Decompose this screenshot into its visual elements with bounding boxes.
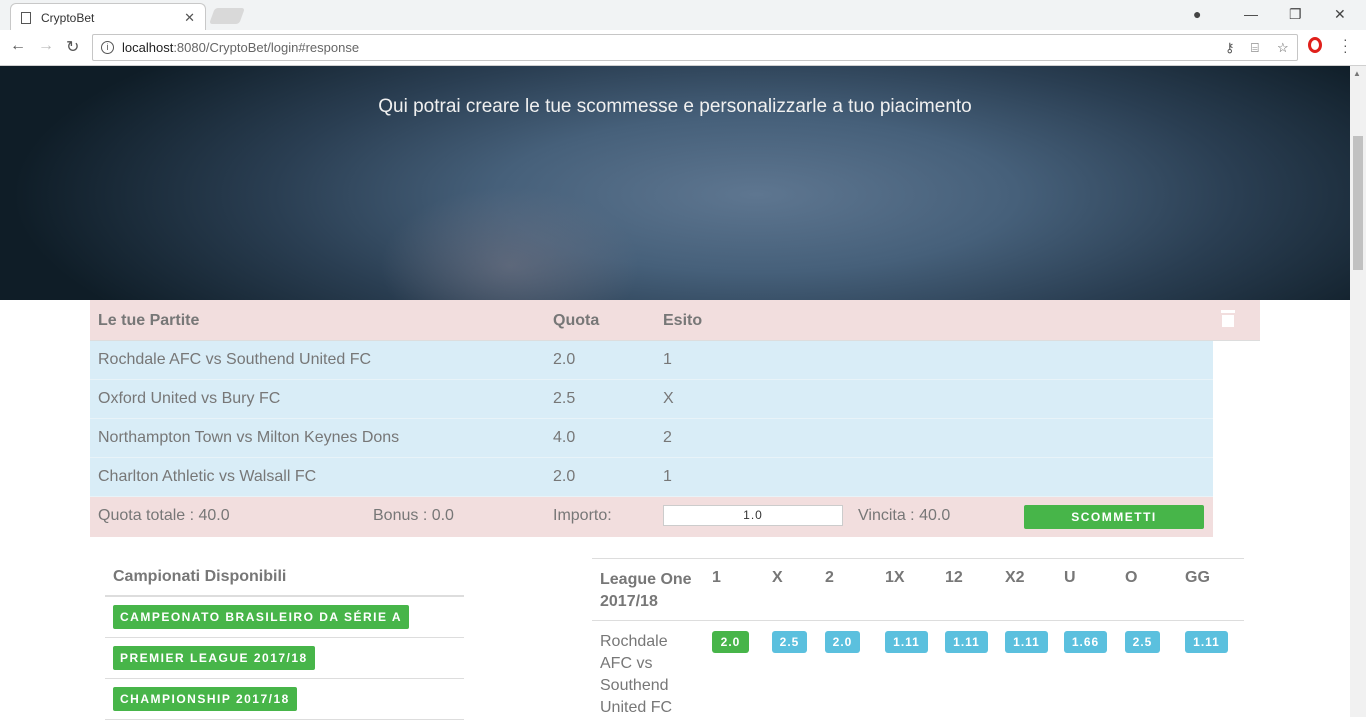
odds-table: League One 2017/18 1 X 2 1X 12 X2 U O GG… — [592, 558, 1244, 721]
address-bar-row: ← → ↻ i localhost :8080/CryptoBet/login#… — [0, 30, 1366, 66]
site-info-icon[interactable]: i — [101, 41, 114, 54]
scroll-up-icon[interactable]: ▲ — [1353, 69, 1361, 78]
translate-icon[interactable]: ⌸ — [1251, 40, 1259, 56]
league-button-championship[interactable]: CHAMPIONSHIP 2017/18 — [113, 687, 297, 711]
odds-table-header: League One 2017/18 1 X 2 1X 12 X2 U O GG — [592, 559, 1244, 621]
league-button-brasileiro[interactable]: CAMPEONATO BRASILEIRO DA SÉRIE A — [113, 605, 410, 629]
bet-row: Rochdale AFC vs Southend United FC 2.0 1 — [90, 341, 1213, 380]
hero-subtitle: Qui potrai creare le tue scommesse e per… — [378, 96, 972, 117]
leagues-panel: Campionati Disponibili CAMPEONATO BRASIL… — [105, 558, 464, 720]
odd-badge-o[interactable]: 2.5 — [1125, 631, 1160, 653]
restore-icon[interactable]: ❐ — [1289, 6, 1302, 23]
url-path: :8080/CryptoBet/login#response — [173, 40, 360, 55]
window-close-icon[interactable]: ✕ — [1334, 6, 1346, 23]
opera-icon[interactable] — [1308, 37, 1322, 53]
profile-icon[interactable]: ● — [1193, 6, 1201, 22]
new-tab-button[interactable] — [209, 8, 245, 24]
reload-icon[interactable]: ↻ — [66, 37, 79, 57]
league-button-premier-league[interactable]: PREMIER LEAGUE 2017/18 — [113, 646, 315, 670]
bet-quota: 2.0 — [553, 468, 576, 485]
col-1: 1 — [712, 569, 721, 586]
bet-quota: 2.0 — [553, 351, 576, 368]
potential-win: Vincita : 40.0 — [858, 507, 951, 524]
odd-badge-gg[interactable]: 1.11 — [1185, 631, 1228, 653]
league-title: League One 2017/18 — [600, 571, 692, 610]
bet-esito: X — [663, 390, 674, 407]
col-o: O — [1125, 569, 1138, 586]
importo-input[interactable]: 1.0 — [663, 505, 843, 526]
bet-slip-footer: Quota totale : 40.0 Bonus : 0.0 Importo:… — [90, 497, 1213, 537]
odd-badge-2[interactable]: 2.0 — [825, 631, 860, 653]
url-host: localhost — [122, 40, 174, 55]
col-x2: X2 — [1005, 569, 1025, 586]
league-item: CAMPEONATO BRASILEIRO DA SÉRIE A — [105, 597, 464, 638]
tab-close-icon[interactable]: ✕ — [184, 10, 195, 26]
trash-icon[interactable] — [1221, 310, 1235, 327]
scommetti-button[interactable]: SCOMMETTI — [1024, 505, 1204, 529]
scrollbar-thumb[interactable] — [1353, 136, 1363, 270]
odd-badge-12[interactable]: 1.11 — [945, 631, 988, 653]
league-item: CHAMPIONSHIP 2017/18 — [105, 679, 464, 720]
bet-match: Charlton Athletic vs Walsall FC — [98, 468, 317, 485]
col-1x: 1X — [885, 569, 905, 586]
back-icon[interactable]: ← — [10, 37, 26, 55]
odd-badge-x2[interactable]: 1.11 — [1005, 631, 1048, 653]
odd-badge-1[interactable]: 2.0 — [712, 631, 749, 653]
bet-esito: 1 — [663, 351, 672, 368]
bonus: Bonus : 0.0 — [373, 507, 454, 524]
bet-esito: 1 — [663, 468, 672, 485]
leagues-title: Campionati Disponibili — [105, 558, 464, 597]
bet-quota: 2.5 — [553, 390, 576, 407]
bet-row: Charlton Athletic vs Walsall FC 2.0 1 — [90, 458, 1213, 497]
col-12: 12 — [945, 569, 963, 586]
odds-match: Rochdale AFC vs Southend United FC — [600, 633, 673, 716]
tab-title: CryptoBet — [41, 10, 95, 25]
odd-badge-u[interactable]: 1.66 — [1064, 631, 1107, 653]
bet-slip-header: Le tue Partite Quota Esito — [90, 300, 1260, 341]
header-matches: Le tue Partite — [98, 312, 200, 329]
page-scrollbar[interactable]: ▲ — [1350, 66, 1366, 717]
col-gg: GG — [1185, 569, 1210, 586]
importo-label: Importo: — [553, 507, 612, 524]
bet-slip: Le tue Partite Quota Esito Rochdale AFC … — [90, 300, 1260, 537]
bet-match: Rochdale AFC vs Southend United FC — [98, 351, 372, 368]
total-odds: Quota totale : 40.0 — [98, 507, 230, 524]
bet-esito: 2 — [663, 429, 672, 446]
league-item: PREMIER LEAGUE 2017/18 — [105, 638, 464, 679]
bet-row: Oxford United vs Bury FC 2.5 X — [90, 380, 1213, 419]
bet-quota: 4.0 — [553, 429, 576, 446]
forward-icon[interactable]: → — [38, 37, 54, 55]
browser-tab[interactable]: CryptoBet ✕ — [10, 3, 206, 31]
minimize-icon[interactable]: — — [1244, 6, 1258, 22]
url-bar[interactable]: i localhost :8080/CryptoBet/login#respon… — [92, 34, 1298, 61]
bet-match: Oxford United vs Bury FC — [98, 390, 281, 407]
header-esito: Esito — [663, 312, 703, 329]
bet-match: Northampton Town vs Milton Keynes Dons — [98, 429, 400, 446]
bookmark-star-icon[interactable]: ☆ — [1277, 40, 1289, 56]
bet-row: Northampton Town vs Milton Keynes Dons 4… — [90, 419, 1213, 458]
odd-badge-1x[interactable]: 1.11 — [885, 631, 928, 653]
browser-tab-strip: CryptoBet ✕ ● — ❐ ✕ — [0, 0, 1366, 31]
header-quota: Quota — [553, 312, 600, 329]
hero-banner: Qui potrai creare le tue scommesse e per… — [0, 66, 1350, 300]
col-2: 2 — [825, 569, 834, 586]
col-x: X — [772, 569, 783, 586]
odds-row: Rochdale AFC vs Southend United FC 2.0 2… — [592, 621, 1244, 721]
menu-icon[interactable]: · · · — [1343, 32, 1348, 58]
key-icon[interactable]: ⚷ — [1225, 40, 1235, 56]
document-icon — [21, 11, 31, 24]
col-u: U — [1064, 569, 1076, 586]
odd-badge-x[interactable]: 2.5 — [772, 631, 807, 653]
